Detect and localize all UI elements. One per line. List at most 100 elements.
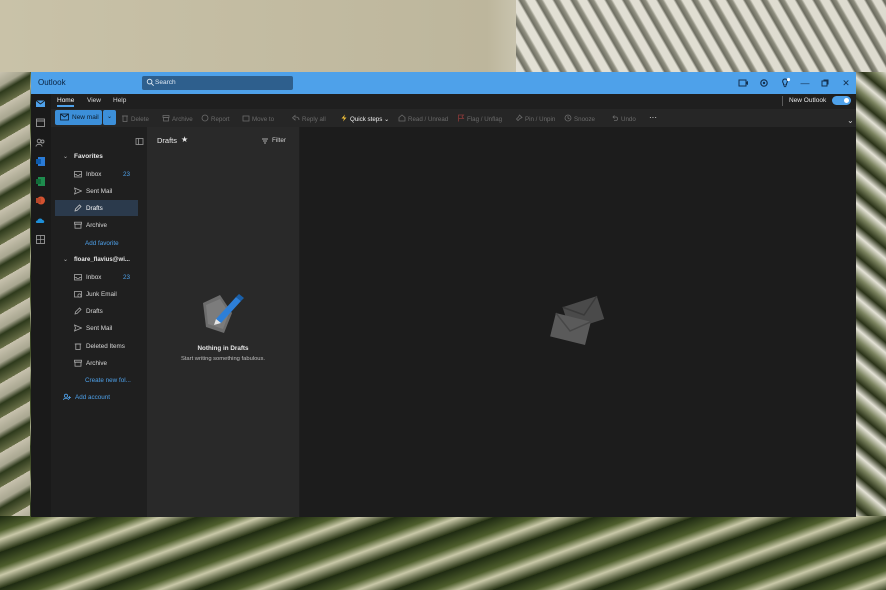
archive-icon — [162, 115, 170, 122]
new-outlook-toggle[interactable] — [832, 96, 851, 105]
filter-icon — [262, 138, 268, 144]
reply-all-button[interactable]: Reply all — [292, 114, 326, 123]
empty-drafts-illustration — [203, 294, 244, 333]
menu-bar — [51, 94, 856, 108]
archive-button[interactable]: Archive — [162, 114, 193, 123]
add-account-button[interactable]: Add account — [63, 393, 123, 403]
envelope-open-icon — [398, 114, 406, 122]
create-new-folder-link[interactable]: Create new fol... — [85, 377, 131, 384]
favorites-sent-mail[interactable]: Sent Mail — [74, 187, 134, 197]
reply-all-icon — [292, 114, 300, 121]
flag-unflag-button[interactable]: Flag / Unflag — [457, 114, 502, 123]
desktop-background-left — [0, 72, 30, 516]
envelopes-illustration — [550, 295, 605, 346]
powerpoint-app-icon[interactable] — [35, 195, 46, 206]
move-icon — [242, 115, 250, 122]
people-icon[interactable] — [35, 137, 46, 148]
desktop-background-bottom — [0, 516, 886, 590]
desktop-pattern — [516, 0, 886, 72]
favorites-header[interactable]: Favorites — [74, 153, 103, 160]
filter-button[interactable]: Filter — [261, 137, 287, 146]
read-unread-button[interactable]: Read / Unread — [398, 114, 448, 123]
favorites-archive[interactable]: Archive — [74, 221, 134, 231]
folder-label: Drafts — [86, 308, 103, 315]
chevron-down-icon[interactable]: ⌄ — [63, 256, 68, 263]
folder-label: Deleted Items — [86, 343, 125, 350]
more-apps-icon[interactable] — [35, 234, 46, 245]
account-drafts[interactable]: Drafts — [74, 307, 134, 317]
search-box[interactable]: Search — [142, 76, 293, 90]
mail-icon[interactable] — [35, 98, 46, 109]
filter-label: Filter — [272, 137, 286, 144]
outlook-app-icon[interactable] — [35, 156, 46, 167]
pin-unpin-button[interactable]: Pin / Unpin — [515, 114, 555, 123]
message-list-title: Drafts — [157, 136, 178, 145]
chevron-down-icon[interactable]: ⌄ — [63, 153, 68, 160]
toggle-knob — [844, 98, 849, 103]
app-title: Outlook — [38, 78, 66, 87]
account-archive[interactable]: Archive — [74, 359, 134, 369]
report-button[interactable]: Report — [201, 114, 230, 123]
chevron-down-icon: ⌄ — [106, 114, 113, 120]
tab-help[interactable]: Help — [113, 97, 126, 104]
app-rail — [31, 94, 51, 517]
archive-icon — [74, 359, 82, 367]
report-icon — [201, 114, 209, 122]
account-header[interactable]: floare_flavius@wi... — [74, 257, 130, 263]
account-sent-mail[interactable]: Sent Mail — [74, 324, 134, 334]
excel-app-icon[interactable] — [35, 176, 46, 187]
unread-count-badge: 23 — [123, 171, 131, 178]
close-icon[interactable]: ✕ — [840, 77, 852, 89]
minimize-icon[interactable]: — — [799, 77, 811, 89]
restore-icon[interactable] — [819, 77, 831, 89]
quick-steps-button[interactable]: Quick steps ⌄ — [340, 114, 389, 123]
settings-gear-icon[interactable] — [758, 77, 770, 89]
flag-icon — [458, 114, 465, 122]
desktop-background-top — [0, 0, 886, 72]
new-mail-label: New mail — [72, 114, 99, 121]
delete-button[interactable]: Delete — [121, 114, 149, 123]
onedrive-icon[interactable] — [35, 215, 46, 226]
folder-label: Inbox — [86, 171, 102, 178]
inbox-icon — [74, 274, 82, 281]
new-outlook-label: New Outlook — [789, 97, 827, 104]
folder-label: Inbox — [86, 274, 102, 281]
tab-view[interactable]: View — [87, 97, 101, 104]
new-mail-dropdown[interactable]: ⌄ — [103, 110, 116, 125]
trash-icon — [74, 343, 82, 350]
empty-state-title: Nothing in Drafts — [197, 345, 249, 352]
trash-icon — [122, 115, 128, 122]
expand-ribbon-icon[interactable]: ⌄ — [847, 116, 854, 125]
favorites-drafts[interactable]: Drafts — [74, 204, 134, 214]
account-deleted-items[interactable]: Deleted Items — [74, 343, 134, 352]
account-junk-email[interactable]: Junk Email — [74, 291, 134, 300]
more-options-button[interactable]: ··· — [649, 113, 657, 122]
tab-home-underline — [57, 105, 74, 107]
search-placeholder: Search — [155, 79, 176, 86]
send-icon — [74, 324, 82, 332]
send-icon — [74, 187, 82, 195]
empty-state-subtitle: Start writing something fabulous. — [180, 356, 266, 362]
move-to-button[interactable]: Move to — [242, 114, 274, 123]
collapse-pane-icon[interactable] — [135, 137, 144, 146]
undo-button[interactable]: Undo — [611, 114, 636, 123]
star-icon[interactable]: ★ — [181, 135, 188, 144]
snooze-button[interactable]: Snooze — [564, 114, 595, 123]
archive-icon — [74, 221, 82, 229]
lightning-icon — [341, 114, 347, 122]
pin-icon — [515, 114, 523, 122]
inbox-icon — [74, 171, 82, 178]
tab-home[interactable]: Home — [57, 97, 74, 104]
folder-label: Sent Mail — [86, 188, 113, 195]
calendar-icon[interactable] — [35, 117, 46, 128]
menu-separator — [782, 96, 783, 106]
add-person-icon — [63, 393, 71, 401]
clock-icon — [564, 114, 572, 122]
new-mail-button[interactable]: New mail — [55, 110, 102, 125]
add-favorite-link[interactable]: Add favorite — [85, 240, 119, 247]
add-account-label: Add account — [75, 394, 111, 401]
meet-now-icon[interactable] — [737, 77, 749, 89]
pencil-icon — [74, 204, 82, 212]
folder-label: Junk Email — [86, 291, 117, 298]
tips-lightbulb-icon[interactable] — [779, 77, 791, 89]
